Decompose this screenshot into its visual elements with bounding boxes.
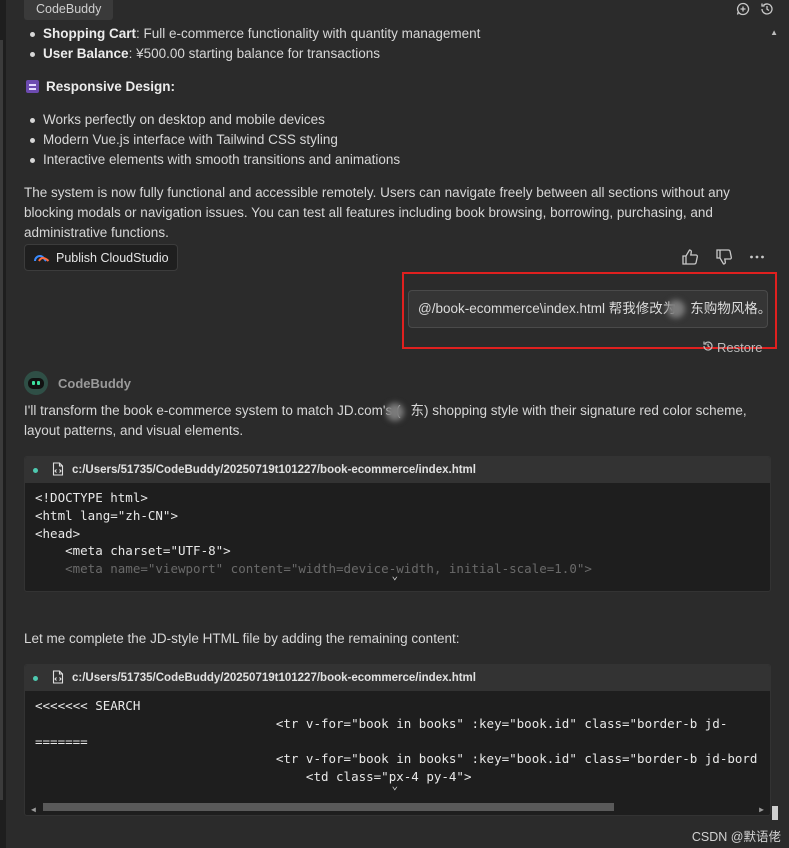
list-item: User Balance: ¥500.00 starting balance f… — [24, 44, 480, 64]
intro-list: Shopping Cart: Full e-commerce functiona… — [24, 24, 480, 64]
feedback-bar — [681, 248, 765, 266]
file-icon — [52, 461, 64, 479]
horizontal-scrollbar[interactable]: ◀ ▶ — [31, 801, 764, 814]
more-options-icon[interactable] — [749, 248, 765, 266]
thumbs-down-icon[interactable] — [715, 248, 733, 266]
top-toolbar — [735, 1, 775, 17]
expand-chevron-icon[interactable]: ⌄ — [392, 567, 399, 585]
file-path[interactable]: c:/Users/51735/CodeBuddy/20250719t101227… — [72, 672, 476, 684]
status-dot-icon — [33, 467, 38, 473]
bot-header: CodeBuddy — [24, 371, 131, 395]
responsive-heading: Responsive Design: — [26, 79, 175, 94]
tab-bar: CodeBuddy — [24, 0, 114, 20]
summary-paragraph: The system is now fully functional and a… — [24, 185, 730, 240]
code-content: <<<<<<< SEARCH <tr v-for="book in books"… — [31, 698, 764, 814]
list-item: Modern Vue.js interface with Tailwind CS… — [24, 130, 400, 150]
list-item: Shopping Cart: Full e-commerce functiona… — [24, 24, 480, 44]
codebuddy-avatar — [24, 371, 48, 395]
file-icon — [52, 669, 64, 687]
vertical-scrollbar-thumb[interactable] — [772, 806, 778, 820]
cloudstudio-icon — [33, 252, 51, 264]
code-content: <!DOCTYPE html> <html lang="zh-CN"> <head>… — [25, 483, 770, 591]
history-icon[interactable] — [759, 1, 775, 17]
restore-icon — [702, 340, 714, 355]
bot-reply: I'll transform the book e-commerce syste… — [24, 403, 747, 438]
watermark: CSDN @默语佬 — [691, 830, 781, 844]
followup-text: Let me complete the JD-style HTML file b… — [24, 631, 460, 646]
memo-icon — [26, 80, 39, 93]
bot-name: CodeBuddy — [58, 375, 131, 391]
code-block-header: c:/Users/51735/CodeBuddy/20250719t101227… — [25, 665, 770, 691]
scroll-up-arrow[interactable]: ▲ — [770, 28, 778, 37]
restore-button[interactable]: Restore — [702, 340, 763, 355]
highlight-box — [402, 272, 777, 349]
new-chat-icon[interactable] — [735, 1, 751, 17]
publish-cloudstudio-button[interactable]: Publish CloudStudio — [24, 244, 178, 271]
publish-label: Publish CloudStudio — [56, 250, 169, 265]
list-item: Works perfectly on desktop and mobile de… — [24, 110, 400, 130]
list-item: Interactive elements with smooth transit… — [24, 150, 400, 170]
responsive-list: Works perfectly on desktop and mobile de… — [24, 110, 400, 170]
code-block-2: c:/Users/51735/CodeBuddy/20250719t101227… — [24, 664, 771, 816]
status-dot-icon — [33, 675, 38, 681]
code-block-1: c:/Users/51735/CodeBuddy/20250719t101227… — [24, 456, 771, 592]
file-path[interactable]: c:/Users/51735/CodeBuddy/20250719t101227… — [72, 464, 476, 476]
redacted-blur — [386, 403, 404, 421]
left-gutter — [0, 0, 6, 848]
expand-chevron-icon[interactable]: ⌄ — [392, 777, 399, 795]
thumbs-up-icon[interactable] — [681, 248, 699, 266]
tab-codebuddy[interactable]: CodeBuddy — [24, 0, 114, 20]
code-block-header: c:/Users/51735/CodeBuddy/20250719t101227… — [25, 457, 770, 483]
